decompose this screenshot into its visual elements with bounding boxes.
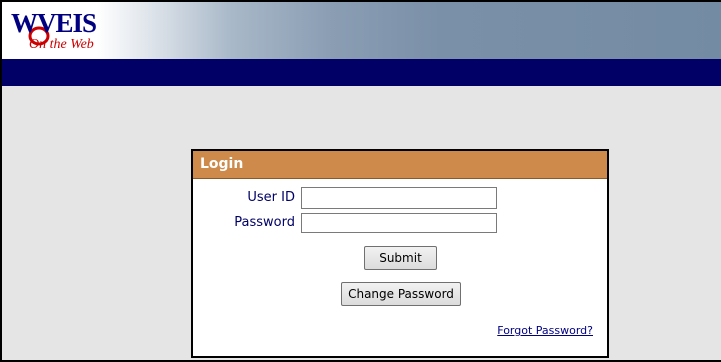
forgot-password-link[interactable]: Forgot Password? bbox=[497, 324, 593, 337]
submit-button[interactable]: Submit bbox=[364, 246, 437, 270]
header-banner: WVEIS On the Web bbox=[2, 2, 721, 59]
change-password-button[interactable]: Change Password bbox=[341, 282, 461, 306]
page-frame: WVEIS On the Web Login User ID Password … bbox=[0, 0, 721, 362]
login-panel: Login User ID Password Submit Change Pas… bbox=[191, 149, 609, 358]
logo-wordmark: WVEIS bbox=[11, 8, 96, 38]
logo-tagline: On the Web bbox=[29, 37, 94, 52]
user-id-label: User ID bbox=[247, 190, 295, 205]
main-content: Login User ID Password Submit Change Pas… bbox=[2, 86, 721, 360]
password-input[interactable] bbox=[301, 213, 497, 233]
user-id-input[interactable] bbox=[301, 187, 497, 209]
login-header: Login bbox=[193, 151, 607, 179]
top-navigation-bar bbox=[2, 59, 721, 86]
password-label: Password bbox=[234, 215, 295, 230]
wveis-logo: WVEIS On the Web bbox=[11, 8, 97, 52]
